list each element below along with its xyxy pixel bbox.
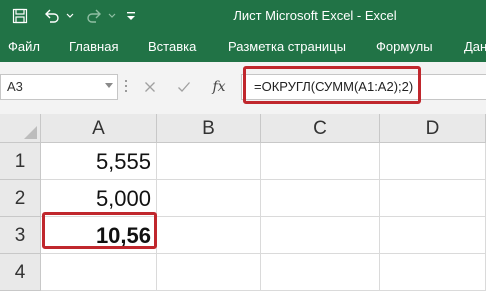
cell-c3[interactable] [261, 217, 380, 254]
cell-b2[interactable] [157, 180, 261, 217]
tab-data[interactable]: Дан [464, 32, 486, 62]
cancel-icon[interactable] [138, 74, 162, 100]
cell-d3[interactable] [380, 217, 486, 254]
enter-icon[interactable] [172, 74, 196, 100]
cell-b4[interactable] [157, 254, 261, 291]
name-box[interactable]: A3 [0, 74, 118, 100]
cell-b3[interactable] [157, 217, 261, 254]
row-header-2[interactable]: 2 [0, 180, 41, 217]
customize-quick-access-icon[interactable] [122, 0, 140, 32]
name-box-value: A3 [7, 79, 23, 94]
row-header-3[interactable]: 3 [0, 217, 41, 254]
cell-d1[interactable] [380, 143, 486, 180]
tab-insert[interactable]: Вставка [148, 32, 196, 62]
active-cell-highlight-box [42, 212, 157, 249]
formula-highlight-box [243, 66, 421, 104]
cell-a4[interactable] [41, 254, 157, 291]
column-header-c[interactable]: C [261, 114, 380, 143]
redo-icon[interactable] [82, 0, 106, 32]
undo-dropdown-icon[interactable] [64, 0, 76, 32]
name-box-dropdown-icon[interactable] [105, 83, 113, 88]
column-header-d[interactable]: D [380, 114, 486, 143]
cell-b1[interactable] [157, 143, 261, 180]
window-title: Лист Microsoft Excel - Excel [233, 8, 397, 23]
tab-file[interactable]: Файл [8, 32, 40, 62]
spreadsheet-grid: A B C D 1 2 3 4 5,555 5,000 10,56 [0, 114, 486, 292]
cell-a1[interactable]: 5,555 [41, 143, 157, 180]
redo-dropdown-icon[interactable] [106, 0, 118, 32]
save-icon[interactable] [6, 0, 34, 32]
insert-function-icon[interactable]: fx [208, 74, 230, 100]
select-all-button[interactable] [0, 114, 41, 143]
tab-page-layout[interactable]: Разметка страницы [228, 32, 346, 62]
row-header-1[interactable]: 1 [0, 143, 41, 180]
cell-d2[interactable] [380, 180, 486, 217]
row-header-4[interactable]: 4 [0, 254, 41, 291]
cell-c4[interactable] [261, 254, 380, 291]
ribbon-tabs: Файл Главная Вставка Разметка страницы Ф… [0, 32, 486, 62]
formula-bar-splitter-icon[interactable] [124, 80, 128, 96]
column-header-b[interactable]: B [157, 114, 261, 143]
undo-icon[interactable] [40, 0, 64, 32]
column-header-a[interactable]: A [41, 114, 157, 143]
cell-c1[interactable] [261, 143, 380, 180]
tab-home[interactable]: Главная [69, 32, 118, 62]
title-bar: Лист Microsoft Excel - Excel [0, 0, 486, 32]
tab-formulas[interactable]: Формулы [376, 32, 433, 62]
cell-c2[interactable] [261, 180, 380, 217]
cell-d4[interactable] [380, 254, 486, 291]
